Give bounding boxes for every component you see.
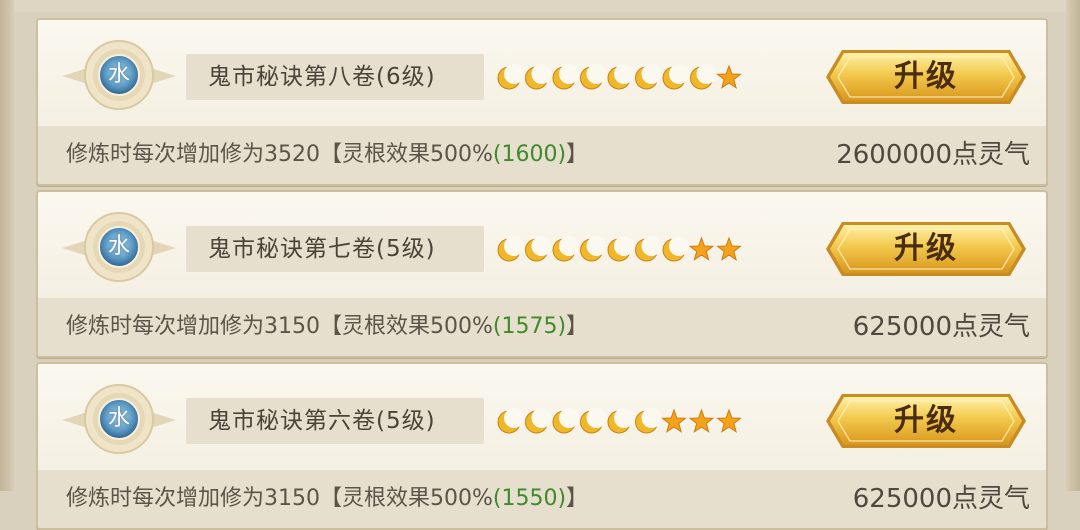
- scroll-name: 鬼市秘诀第八卷(6级): [208, 64, 436, 90]
- moon-icon: [525, 236, 552, 262]
- star-icon: [716, 64, 742, 89]
- moon-icon: [635, 408, 662, 434]
- water-element-emblem: 水: [54, 38, 184, 114]
- moon-icon: [635, 236, 662, 262]
- scroll-name-box: 鬼市秘诀第七卷(5级): [186, 226, 484, 272]
- water-element-emblem: 水: [54, 210, 184, 286]
- cultivation-description: 修炼时每次增加修为3520【灵根效果500%(1600)】: [66, 126, 588, 184]
- upgrade-button[interactable]: 升级: [824, 220, 1028, 278]
- element-label: 水: [107, 234, 130, 259]
- upgrade-cost: 625000点灵气: [852, 484, 1030, 514]
- moon-icon: [525, 64, 552, 90]
- rating-icons: [496, 62, 756, 94]
- desc-text: 修炼时每次增加修为3150【灵根效果500%: [66, 486, 493, 511]
- upgrade-button[interactable]: 升级: [824, 392, 1028, 450]
- rating-icons: [496, 406, 756, 438]
- scroll-name: 鬼市秘诀第六卷(5级): [208, 408, 436, 434]
- star-icon: [661, 408, 687, 433]
- desc-bracket: 】: [566, 142, 589, 167]
- upgrade-button-label: 升级: [894, 231, 958, 266]
- moon-icon: [552, 236, 579, 262]
- upgrade-cost: 625000点灵气: [852, 312, 1030, 342]
- star-icon: [716, 408, 742, 433]
- moon-icon: [497, 236, 524, 262]
- desc-value: (1575): [492, 314, 567, 339]
- star-icon: [716, 236, 742, 261]
- moon-icon: [690, 64, 717, 90]
- rating-row: [497, 236, 742, 262]
- rating-row: [497, 64, 742, 90]
- desc-text: 修炼时每次增加修为3150【灵根效果500%: [66, 314, 493, 339]
- star-icon: [688, 408, 715, 433]
- moon-icon: [607, 236, 634, 262]
- desc-bracket: 】: [566, 314, 589, 339]
- frame-right-border: [1066, 0, 1080, 491]
- scroll-card: 水 鬼市秘诀第七卷(5级) 升级 修炼时每次增加修为3150【灵根效果500%(…: [36, 190, 1048, 358]
- upgrade-button-label: 升级: [894, 59, 958, 94]
- moon-icon: [580, 408, 607, 434]
- water-element-emblem: 水: [54, 382, 184, 458]
- cultivation-description: 修炼时每次增加修为3150【灵根效果500%(1575)】: [66, 298, 588, 356]
- frame-top-border: [14, 0, 1066, 12]
- upgrade-button-label: 升级: [894, 403, 958, 438]
- moon-icon: [662, 236, 689, 262]
- moon-icon: [525, 408, 552, 434]
- moon-icon: [552, 64, 579, 90]
- moon-icon: [580, 236, 607, 262]
- element-label: 水: [107, 406, 130, 431]
- moon-icon: [607, 408, 634, 434]
- rating-icons: [496, 234, 756, 266]
- frame-left-border: [0, 0, 14, 491]
- desc-bracket: 】: [566, 486, 589, 511]
- scroll-name: 鬼市秘诀第七卷(5级): [208, 236, 436, 262]
- moon-icon: [607, 64, 634, 90]
- moon-icon: [662, 64, 689, 90]
- moon-icon: [635, 64, 662, 90]
- moon-icon: [497, 408, 524, 434]
- desc-text: 修炼时每次增加修为3520【灵根效果500%: [66, 142, 493, 167]
- desc-value: (1600): [492, 142, 567, 167]
- upgrade-button[interactable]: 升级: [824, 48, 1028, 106]
- scroll-card: 水 鬼市秘诀第八卷(6级) 升级 修炼时每次增加修为3520【灵根效果500%(…: [36, 18, 1048, 186]
- desc-value: (1550): [492, 486, 567, 511]
- scroll-name-box: 鬼市秘诀第八卷(6级): [186, 54, 484, 100]
- scroll-card: 水 鬼市秘诀第六卷(5级) 升级 修炼时每次增加修为3150【灵根效果500%(…: [36, 362, 1048, 530]
- upgrade-cost: 2600000点灵气: [836, 140, 1030, 170]
- rating-row: [497, 408, 742, 434]
- moon-icon: [580, 64, 607, 90]
- element-label: 水: [107, 62, 130, 87]
- scroll-name-box: 鬼市秘诀第六卷(5级): [186, 398, 484, 444]
- moon-icon: [552, 408, 579, 434]
- moon-icon: [497, 64, 524, 90]
- star-icon: [688, 236, 715, 261]
- cultivation-description: 修炼时每次增加修为3150【灵根效果500%(1550)】: [66, 470, 588, 528]
